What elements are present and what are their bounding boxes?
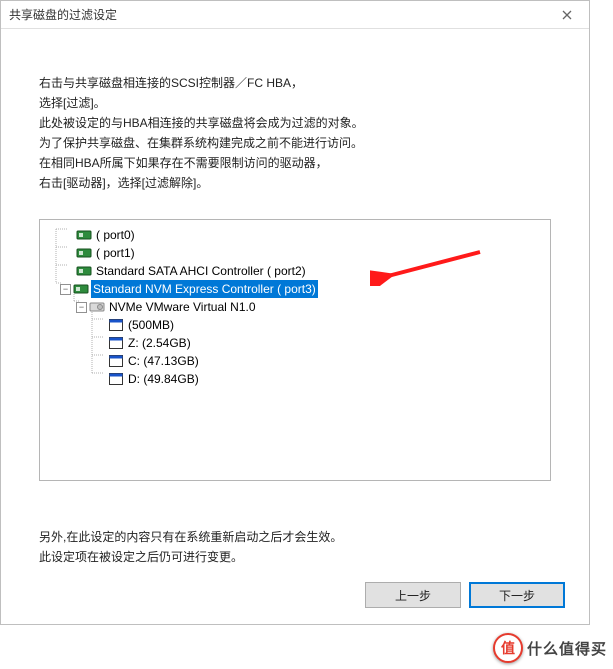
tree-panel[interactable]: ( port0) ( port1) Standard SATA AHCI Con… (39, 219, 551, 481)
tree-label: (500MB) (126, 316, 176, 334)
adapter-icon (73, 282, 89, 296)
titlebar: 共享磁盘的过滤设定 (1, 1, 589, 29)
instruction-line: 右击与共享磁盘相连接的SCSI控制器／FC HBA， (39, 73, 551, 93)
tree-label: D: (49.84GB) (126, 370, 201, 388)
watermark-text: 什么值得买 (527, 638, 607, 659)
dialog-window: 共享磁盘的过滤设定 右击与共享磁盘相连接的SCSI控制器／FC HBA， 选择[… (0, 0, 590, 625)
tree-node-port2[interactable]: Standard SATA AHCI Controller ( port2) (44, 262, 546, 280)
tree-node-nvme-device[interactable]: − NVMe VMware Virtual N1.0 (44, 298, 546, 316)
instruction-line: 右击[驱动器]，选择[过滤解除]。 (39, 173, 551, 193)
watermark-badge-text: 值 (501, 638, 515, 658)
tree-label: NVMe VMware Virtual N1.0 (107, 298, 258, 316)
next-button-label: 下一步 (499, 587, 535, 604)
instruction-line: 在相同HBA所属下如果存在不需要限制访问的驱动器， (39, 153, 551, 173)
tree-label: Z: (2.54GB) (126, 334, 193, 352)
tree-node-volume[interactable]: Z: (2.54GB) (44, 334, 546, 352)
close-button[interactable] (545, 1, 589, 29)
volume-icon (108, 336, 124, 350)
tree-node-port0[interactable]: ( port0) (44, 226, 546, 244)
instruction-line: 选择[过滤]。 (39, 93, 551, 113)
watermark: 值 什么值得买 (493, 633, 607, 663)
tree-label: Standard SATA AHCI Controller ( port2) (94, 262, 308, 280)
collapse-icon[interactable]: − (76, 302, 87, 313)
window-title: 共享磁盘的过滤设定 (9, 6, 117, 23)
collapse-icon[interactable]: − (60, 284, 71, 295)
back-button[interactable]: 上一步 (365, 582, 461, 608)
tree-label: ( port0) (94, 226, 137, 244)
tree-node-volume[interactable]: D: (49.84GB) (44, 370, 546, 388)
adapter-icon (76, 264, 92, 278)
device-tree: ( port0) ( port1) Standard SATA AHCI Con… (44, 226, 546, 388)
volume-icon (108, 372, 124, 386)
footnote-line: 此设定项在被设定之后仍可进行变更。 (39, 547, 551, 567)
tree-label-selected: Standard NVM Express Controller ( port3) (91, 280, 318, 298)
footnote-text: 另外,在此设定的内容只有在系统重新启动之后才会生效。 此设定项在被设定之后仍可进… (39, 527, 551, 567)
back-button-label: 上一步 (395, 587, 431, 604)
instruction-line: 为了保护共享磁盘、在集群系统构建完成之前不能进行访问。 (39, 133, 551, 153)
watermark-badge-icon: 值 (493, 633, 523, 663)
close-icon (562, 10, 572, 20)
tree-node-port1[interactable]: ( port1) (44, 244, 546, 262)
button-bar: 上一步 下一步 (365, 582, 565, 608)
tree-node-port3[interactable]: − Standard NVM Express Controller ( port… (44, 280, 546, 298)
tree-label: ( port1) (94, 244, 137, 262)
adapter-icon (76, 246, 92, 260)
tree-node-volume[interactable]: (500MB) (44, 316, 546, 334)
adapter-icon (76, 228, 92, 242)
instruction-line: 此处被设定的与HBA相连接的共享磁盘将会成为过滤的对象。 (39, 113, 551, 133)
disk-icon (89, 300, 105, 314)
next-button[interactable]: 下一步 (469, 582, 565, 608)
volume-icon (108, 318, 124, 332)
footnote-line: 另外,在此设定的内容只有在系统重新启动之后才会生效。 (39, 527, 551, 547)
volume-icon (108, 354, 124, 368)
tree-label: C: (47.13GB) (126, 352, 201, 370)
dialog-content: 右击与共享磁盘相连接的SCSI控制器／FC HBA， 选择[过滤]。 此处被设定… (1, 73, 589, 567)
instructions-text: 右击与共享磁盘相连接的SCSI控制器／FC HBA， 选择[过滤]。 此处被设定… (39, 73, 551, 193)
tree-node-volume[interactable]: C: (47.13GB) (44, 352, 546, 370)
